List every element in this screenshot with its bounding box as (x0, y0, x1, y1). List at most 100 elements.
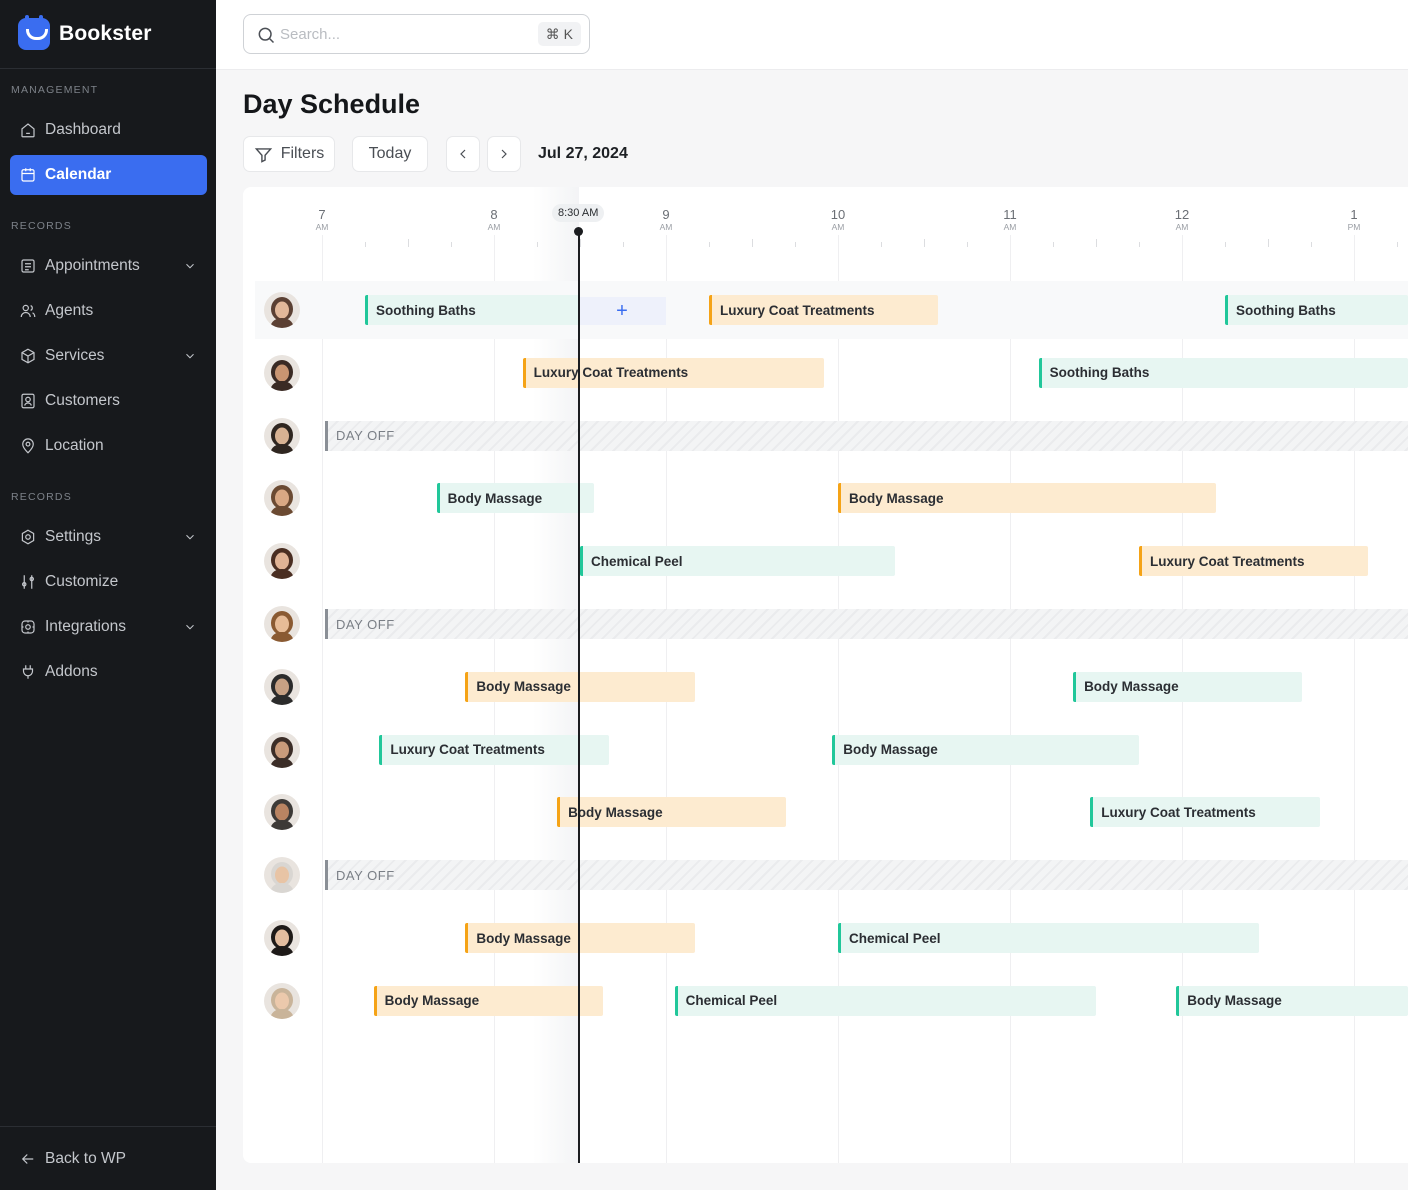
sidebar-item-calendar[interactable]: Calendar (10, 155, 207, 195)
appointment-block[interactable]: Body Massage (465, 923, 695, 953)
sidebar-item-label: Dashboard (45, 121, 121, 138)
appointment-block[interactable]: Luxury Coat Treatments (709, 295, 939, 325)
appointment-block[interactable]: Body Massage (373, 985, 603, 1016)
day-off-bar: DAY OFF (325, 420, 1408, 451)
avatar-woman-4[interactable] (264, 543, 300, 580)
hour-period: AM (659, 222, 673, 232)
day-off-bar: DAY OFF (325, 860, 1408, 891)
appointment-label: Body Massage (447, 490, 543, 506)
appointment-block[interactable]: Soothing Baths (1038, 357, 1408, 388)
user-card-icon (19, 392, 37, 410)
arrow-left-icon (19, 1150, 37, 1168)
appointment-block[interactable]: Luxury Coat Treatments (1090, 797, 1320, 828)
appointment-block[interactable]: Soothing Baths (365, 295, 580, 325)
avatar-woman-8[interactable] (264, 920, 300, 956)
avatar-man-2[interactable] (264, 668, 300, 705)
appointment-label: Body Massage (1084, 679, 1179, 695)
quarter-hour-tick (795, 242, 796, 247)
avatar-man-3[interactable] (264, 794, 300, 831)
sidebar-item-location[interactable]: Location (10, 426, 207, 466)
hour-label: 11 AM (990, 208, 1030, 232)
search-box[interactable]: ⌘ K (243, 14, 590, 54)
chevron-down-icon[interactable] (183, 620, 197, 634)
avatar-woman-1[interactable] (264, 292, 300, 328)
appointment-block[interactable]: Body Massage (1176, 985, 1408, 1016)
avatar-woman-6[interactable] (264, 731, 300, 768)
sidebar-footer: Back to WP (0, 1126, 216, 1190)
sliders-icon (19, 573, 37, 591)
appointment-block[interactable]: Body Massage (557, 797, 787, 828)
hour-number: 9 (662, 207, 670, 222)
hour-period: AM (487, 222, 501, 232)
back-to-wp-link[interactable]: Back to WP (10, 1139, 207, 1179)
chevron-down-icon[interactable] (183, 530, 197, 544)
sidebar-item-customize[interactable]: Customize (10, 562, 207, 602)
appointment-label: Body Massage (568, 804, 663, 820)
appointment-block[interactable]: Body Massage (1073, 671, 1303, 702)
prev-day-button[interactable] (446, 136, 480, 172)
quarter-hour-tick (881, 242, 882, 247)
avatar-woman-3[interactable] (264, 417, 300, 454)
quarter-hour-tick (967, 242, 968, 247)
avatar-man-1[interactable] (264, 480, 300, 517)
sidebar-item-settings[interactable]: Settings (10, 517, 207, 557)
chevron-down-icon[interactable] (183, 259, 197, 273)
appointment-block[interactable]: Chemical Peel (580, 546, 896, 577)
appointment-label: Luxury Coat Treatments (390, 742, 545, 758)
hour-period: AM (315, 222, 329, 232)
hour-gridline (1010, 235, 1011, 1163)
sidebar-item-agents[interactable]: Agents (10, 291, 207, 331)
appointment-label: Soothing Baths (1049, 365, 1150, 381)
sidebar-item-label: Integrations (45, 618, 126, 635)
hour-gridline (322, 235, 323, 1163)
day-schedule-timeline: 7 AM 8 AM 9 AM 10 AM 11 AM 12 AM 1 PM Soothing Baths L… (243, 187, 1408, 1163)
appointment-block[interactable]: Body Massage (465, 671, 695, 702)
hour-number: 1 (1350, 207, 1358, 222)
users-icon (19, 302, 37, 320)
appointment-block[interactable]: Luxury Coat Treatments (379, 734, 609, 765)
hour-number: 12 (1174, 207, 1190, 222)
sidebar: Bookster MANAGEMENT Dashboard Calendar R… (0, 0, 216, 1190)
today-button-label: Today (368, 145, 412, 162)
filters-button[interactable]: Filters (243, 136, 335, 172)
appointment-block[interactable]: Chemical Peel (674, 985, 1096, 1016)
sidebar-item-appointments[interactable]: Appointments (10, 246, 207, 286)
sidebar-item-label: Addons (45, 663, 98, 680)
avatar-woman-2[interactable] (264, 354, 300, 391)
avatar-woman-9[interactable] (264, 982, 300, 1019)
next-day-button[interactable] (487, 136, 521, 172)
current-time-dot (574, 227, 583, 236)
appointment-block[interactable]: Luxury Coat Treatments (1139, 546, 1369, 577)
sidebar-item-dashboard[interactable]: Dashboard (10, 110, 207, 150)
sidebar-item-services[interactable]: Services (10, 336, 207, 376)
appointment-label: Luxury Coat Treatments (720, 302, 875, 318)
avatar-woman-7[interactable] (264, 857, 300, 894)
hour-number: 11 (1003, 207, 1017, 222)
appointment-block[interactable]: Soothing Baths (1225, 295, 1408, 325)
appointment-block[interactable]: Luxury Coat Treatments (522, 357, 824, 388)
search-input[interactable] (280, 23, 520, 45)
current-date: Jul 27, 2024 (538, 145, 628, 162)
add-appointment-button[interactable]: + (578, 297, 666, 325)
chevron-right-icon (501, 149, 507, 159)
brand[interactable]: Bookster (0, 0, 216, 69)
section-label-management: MANAGEMENT (11, 84, 99, 96)
sidebar-item-integrations[interactable]: Integrations (10, 607, 207, 647)
sidebar-item-customers[interactable]: Customers (10, 381, 207, 421)
hour-number: 8 (490, 207, 498, 222)
current-time-line (578, 233, 580, 1163)
quarter-hour-tick (1053, 242, 1054, 247)
section-label-records: RECORDS (11, 220, 72, 232)
appointment-block[interactable]: Body Massage (436, 483, 595, 514)
day-off-bar: DAY OFF (325, 609, 1408, 639)
sidebar-item-addons[interactable]: Addons (10, 652, 207, 692)
chevron-down-icon[interactable] (183, 349, 197, 363)
appointment-block[interactable]: Body Massage (832, 734, 1139, 765)
appointment-block[interactable]: Body Massage (838, 483, 1217, 514)
appointment-block[interactable]: Chemical Peel (838, 923, 1260, 953)
hour-gridline (838, 235, 839, 1163)
avatar-woman-5[interactable] (264, 606, 300, 642)
today-button[interactable]: Today (352, 136, 428, 172)
hour-number: 7 (318, 207, 326, 222)
list-icon (19, 257, 37, 275)
